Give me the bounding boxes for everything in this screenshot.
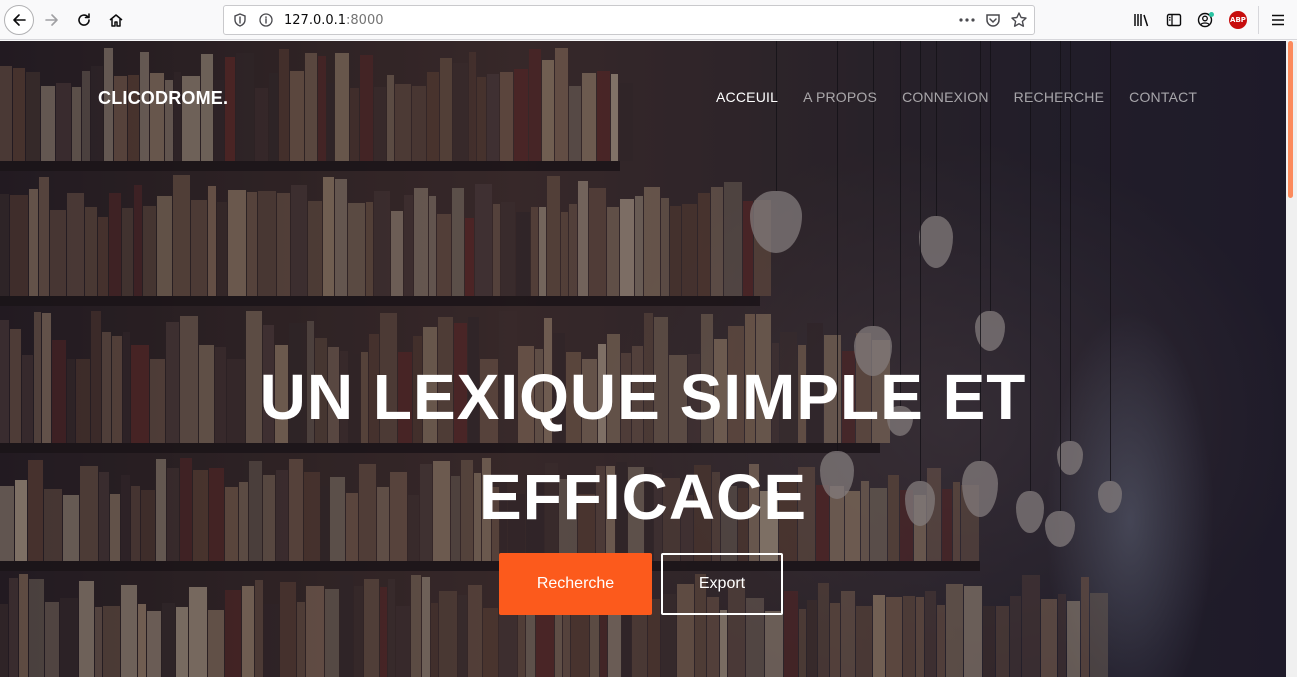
hero-section: CLICODROME. ACCEUIL A PROPOS CONNEXION R… xyxy=(0,41,1286,677)
page-scrollbar[interactable] xyxy=(1286,41,1297,677)
scrollbar-thumb[interactable] xyxy=(1288,41,1293,198)
site-info-icon[interactable] xyxy=(258,12,274,33)
bookmark-star-icon[interactable] xyxy=(1010,11,1028,34)
hero-title: UN LEXIQUE SIMPLE ET EFFICACE xyxy=(0,361,1286,533)
menu-button[interactable] xyxy=(1266,8,1290,32)
adblock-button[interactable]: ABP xyxy=(1226,8,1250,32)
nav-item-a-propos[interactable]: A PROPOS xyxy=(803,89,877,105)
back-button[interactable] xyxy=(4,5,34,35)
url-host: 127.0.0.1 xyxy=(284,13,347,28)
url-bar[interactable]: 127.0.0.1:8000 xyxy=(223,5,1035,35)
sidebar-button[interactable] xyxy=(1162,8,1186,32)
nav-item-connexion[interactable]: CONNEXION xyxy=(902,89,989,105)
home-button[interactable] xyxy=(102,6,130,34)
hamburger-menu-icon xyxy=(1272,14,1284,26)
export-button[interactable]: Export xyxy=(661,553,783,615)
sidebar-icon xyxy=(1166,13,1182,27)
browser-toolbar: 127.0.0.1:8000 ABP xyxy=(0,0,1297,40)
toolbar-separator xyxy=(1258,6,1259,34)
hero-title-line2: EFFICACE xyxy=(479,461,807,533)
pocket-icon[interactable] xyxy=(984,11,1002,34)
url-port: :8000 xyxy=(346,13,384,28)
reload-icon xyxy=(78,13,90,26)
nav-item-acceuil[interactable]: ACCEUIL xyxy=(716,89,778,105)
library-button[interactable] xyxy=(1130,8,1154,32)
account-button[interactable] xyxy=(1194,8,1218,32)
nav-item-recherche[interactable]: RECHERCHE xyxy=(1014,89,1104,105)
main-nav: ACCEUIL A PROPOS CONNEXION RECHERCHE CON… xyxy=(716,89,1222,105)
tracking-shield-icon[interactable] xyxy=(232,12,248,33)
search-button[interactable]: Recherche xyxy=(499,553,652,615)
account-icon xyxy=(1197,12,1214,28)
page-actions-icon[interactable] xyxy=(958,12,976,33)
arrow-left-icon xyxy=(13,14,26,26)
library-icon xyxy=(1134,14,1149,27)
url-text[interactable]: 127.0.0.1:8000 xyxy=(284,13,384,28)
arrow-right-icon xyxy=(45,14,58,26)
reload-button[interactable] xyxy=(70,6,98,34)
nav-item-contact[interactable]: CONTACT xyxy=(1129,89,1197,105)
adblock-icon: ABP xyxy=(1229,11,1247,29)
home-icon xyxy=(109,14,123,27)
site-logo[interactable]: CLICODROME. xyxy=(98,88,228,109)
forward-button[interactable] xyxy=(38,6,66,34)
